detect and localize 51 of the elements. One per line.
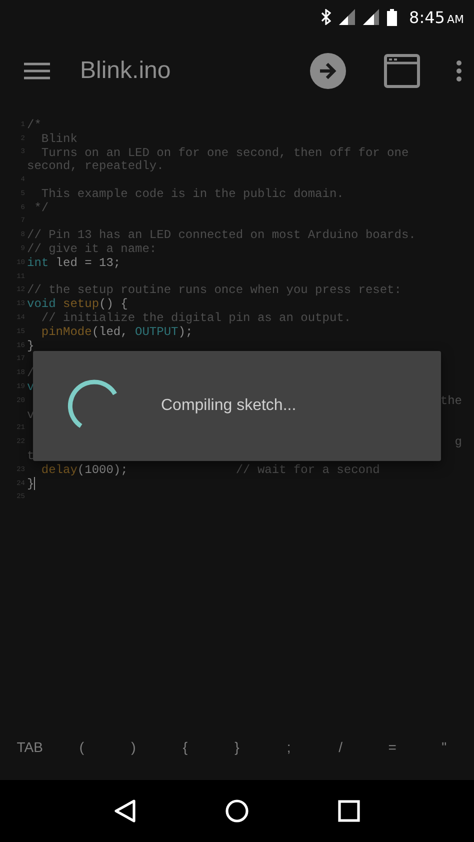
- code-token: OUTPUT: [135, 324, 178, 339]
- code-token: void: [27, 297, 56, 312]
- symbol-key[interactable]: {: [159, 733, 212, 761]
- window-icon[interactable]: [384, 54, 420, 88]
- code-token: This example code is in the public domain.: [40, 186, 344, 201]
- symbol-key[interactable]: ": [418, 733, 470, 761]
- symbol-key[interactable]: /: [314, 733, 366, 761]
- code-token: /: [27, 366, 34, 380]
- code-token: // initialize the digital pin as an output.: [40, 311, 352, 326]
- sketch-title: Blink.ino: [80, 57, 172, 85]
- code-token: () {: [99, 297, 128, 312]
- code-token: // Pin 13 has an LED connected on most Arduino boards.: [27, 228, 416, 242]
- clock-time: 8:45: [409, 8, 445, 26]
- code-token: pinMode: [40, 324, 92, 339]
- code-token: delay: [40, 462, 78, 477]
- code-token: the: [440, 394, 462, 408]
- symbol-key[interactable]: TAB: [4, 733, 56, 761]
- signal-icon: [339, 9, 356, 25]
- recent-apps-icon[interactable]: [338, 800, 360, 822]
- clock-meridiem: AM: [446, 12, 464, 26]
- symbol-key[interactable]: =: [366, 733, 418, 761]
- code-token: */: [33, 200, 49, 215]
- code-token: (1000);: [77, 462, 129, 477]
- code-token: second, repeatedly.: [27, 159, 164, 174]
- code-token: int: [27, 256, 49, 270]
- code-token: Turns on an LED on for one second, then off for one: [40, 146, 409, 160]
- bluetooth-icon: [321, 9, 332, 25]
- code-token: // wait for a second: [236, 462, 380, 477]
- menu-icon[interactable]: [24, 61, 50, 81]
- code-token: led = 13;: [54, 256, 121, 270]
- symbol-key[interactable]: ;: [262, 733, 315, 761]
- more-options-icon[interactable]: [456, 60, 462, 82]
- back-icon[interactable]: [114, 799, 136, 823]
- battery-icon: [387, 8, 398, 26]
- signal-icon: [363, 9, 380, 25]
- dialog-message: Compiling sketch...: [161, 397, 296, 415]
- upload-arrow-icon[interactable]: [310, 53, 346, 89]
- symbol-key[interactable]: (: [56, 733, 108, 761]
- symbol-key[interactable]: }: [211, 733, 263, 761]
- code-token: // give it a name:: [27, 242, 157, 256]
- code-token: // the setup routine runs once when you press reset:: [27, 283, 402, 298]
- code-token: );: [178, 324, 193, 339]
- code-token: g: [454, 435, 462, 450]
- code-token: }: [27, 338, 34, 353]
- code-token: setup: [62, 297, 100, 312]
- code-token: }: [27, 476, 34, 491]
- code-token: Blink: [40, 132, 78, 146]
- code-token: (led,: [92, 324, 129, 339]
- home-icon[interactable]: [224, 799, 249, 823]
- code-token: /*: [27, 118, 42, 132]
- symbol-key[interactable]: ): [108, 733, 160, 761]
